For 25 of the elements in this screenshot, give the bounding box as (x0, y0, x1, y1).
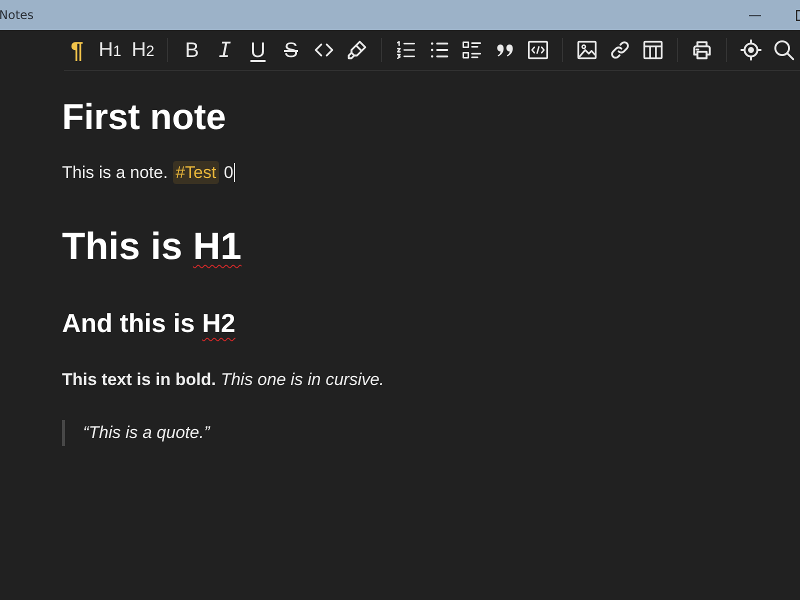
paragraph-button[interactable]: ¶ (64, 35, 90, 65)
printer-icon (691, 39, 713, 61)
maximize-icon[interactable] (796, 10, 800, 21)
subheading: And this is H2 (62, 307, 236, 339)
bold-button[interactable]: B (179, 35, 205, 65)
numbered-list-icon (395, 39, 417, 61)
heading: First note (62, 95, 228, 139)
search-icon (773, 39, 795, 61)
code-block-icon (527, 39, 549, 61)
underline-button[interactable]: U (245, 35, 271, 65)
crosshair-icon (740, 39, 762, 61)
italic-button[interactable]: I (212, 35, 238, 65)
hashtag[interactable]: #Test (172, 161, 220, 184)
image-icon (576, 39, 598, 61)
paragraph: This is a note. #Test 0 (62, 161, 236, 185)
link-icon (609, 39, 631, 61)
paragraph: This text is in bold. This one is in cursive. (62, 369, 386, 391)
highlighter-icon (346, 39, 368, 61)
strikethrough-button[interactable]: S (278, 35, 304, 65)
table-icon (642, 39, 664, 61)
heading: This is H1 (62, 225, 243, 270)
blockquote: “This is a quote.” (62, 420, 800, 446)
minimize-icon[interactable] (749, 15, 761, 17)
window-title: Notes (0, 8, 34, 22)
task-list-icon (461, 39, 483, 61)
